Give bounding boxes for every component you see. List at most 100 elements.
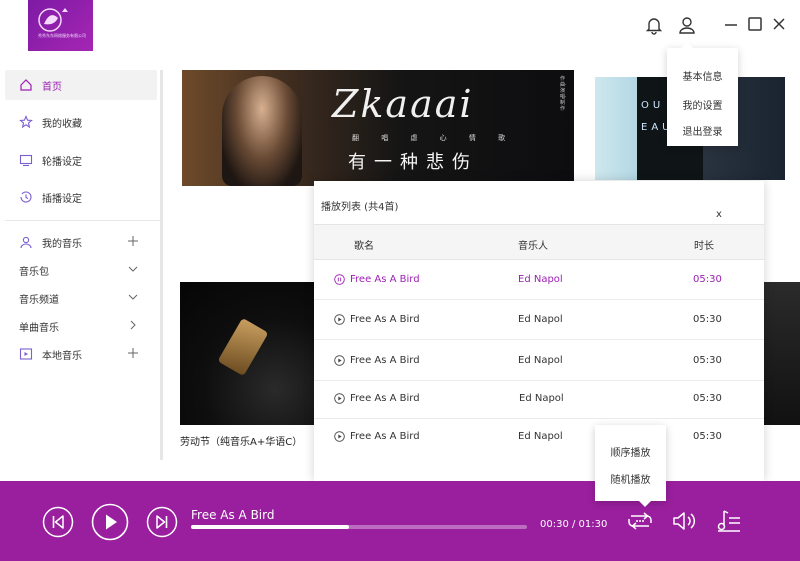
sidebar-item-my-music[interactable]: 我的音乐 — [5, 227, 157, 257]
playback-time: 00:30 / 01:30 — [540, 519, 608, 530]
next-track-icon[interactable] — [146, 506, 178, 538]
banner-title: Zkaaai — [332, 82, 474, 126]
banner-headline: 有一种悲伤 — [348, 152, 478, 173]
banner-vertical-text: 作曲·演唱·制作 — [560, 76, 567, 112]
previous-track-icon[interactable] — [42, 506, 74, 538]
playlist-row[interactable]: Free As A Bird Ed Napol 05:30 — [314, 260, 764, 300]
menu-item-basic-info[interactable]: 基本信息 — [667, 68, 738, 83]
menu-item-shuffle[interactable]: 随机播放 — [595, 471, 666, 486]
maximize-icon[interactable] — [745, 14, 765, 34]
column-header-song: 歌名 — [354, 241, 374, 252]
user-dropdown-menu: 基本信息 我的设置 退出登录 — [667, 42, 738, 146]
play-circle-icon[interactable] — [334, 314, 345, 325]
playlist-title: 播放列表 (共4首) — [321, 202, 399, 213]
now-playing-title: Free As A Bird — [191, 508, 275, 522]
sidebar-item-favorites[interactable]: 我的收藏 — [5, 107, 157, 137]
chevron-down-icon — [128, 266, 138, 272]
chevron-down-icon — [128, 294, 138, 300]
play-box-icon — [19, 348, 33, 360]
playlist-row[interactable]: Free As A Bird Ed Napol 05:30 — [314, 300, 764, 340]
album-card-vinyl[interactable] — [180, 282, 316, 425]
user-icon[interactable] — [676, 14, 698, 36]
close-window-icon[interactable] — [769, 14, 789, 34]
row-artist: Ed Napol — [518, 274, 563, 285]
sidebar-item-insert[interactable]: 插播设定 — [5, 182, 157, 212]
row-duration: 05:30 — [693, 355, 722, 366]
row-duration: 05:30 — [693, 431, 722, 442]
menu-item-logout[interactable]: 退出登录 — [667, 123, 738, 138]
player-bar: Free As A Bird 00:30 / 01:30 — [0, 481, 800, 561]
playlist-header: 歌名 音乐人 时长 — [314, 224, 764, 260]
row-duration: 05:30 — [693, 274, 722, 285]
sidebar-item-label: 本地音乐 — [42, 350, 82, 362]
chevron-right-icon — [130, 320, 136, 330]
sidebar-item-singles[interactable]: 单曲音乐 — [5, 311, 157, 341]
logo-caption: 秀秀东东网络服务有限公司 — [38, 33, 86, 38]
progress-fill — [191, 525, 349, 529]
album-card-dark[interactable] — [763, 282, 800, 425]
sidebar-item-carousel[interactable]: 轮播设定 — [5, 145, 157, 175]
column-header-artist: 音乐人 — [518, 241, 548, 252]
playlist-row[interactable]: Free As A Bird Ed Napol 05:30 — [314, 341, 764, 381]
sidebar-item-label: 音乐频道 — [19, 294, 59, 306]
row-artist: Ed Napol — [518, 314, 563, 325]
sidebar-item-music-channel[interactable]: 音乐频道 — [5, 283, 157, 313]
sidebar: 首页 我的收藏 轮播设定 插播设定 我的音乐 音乐包 音乐频道 单曲音乐 本地音… — [0, 62, 168, 462]
row-song: Free As A Bird — [350, 274, 420, 285]
play-circle-icon[interactable] — [334, 431, 345, 442]
row-artist: Ed Napol — [518, 431, 563, 442]
play-circle-icon[interactable] — [334, 393, 345, 404]
play-mode-menu: 顺序播放 随机播放 — [595, 425, 666, 507]
sidebar-item-label: 我的音乐 — [42, 238, 82, 250]
menu-item-my-settings[interactable]: 我的设置 — [667, 97, 738, 112]
sidebar-item-music-pack[interactable]: 音乐包 — [5, 255, 157, 285]
menu-item-sequential[interactable]: 顺序播放 — [595, 444, 666, 459]
plus-icon[interactable] — [127, 235, 139, 247]
row-song: Free As A Bird — [350, 393, 420, 404]
banner-person-image — [222, 76, 302, 186]
row-song: Free As A Bird — [350, 431, 420, 442]
sidebar-divider — [5, 220, 163, 221]
banner-subtitle: 翻 唱 虐 心 情 歌 — [352, 134, 516, 142]
row-artist: Ed Napol — [519, 393, 564, 404]
sidebar-item-label: 首页 — [42, 81, 62, 93]
home-icon — [20, 79, 32, 91]
logo-emblem-icon — [38, 8, 68, 32]
pause-circle-icon[interactable] — [334, 274, 345, 285]
row-duration: 05:30 — [693, 393, 722, 404]
star-icon — [19, 115, 33, 129]
sidebar-item-label: 我的收藏 — [42, 118, 82, 130]
minimize-icon[interactable] — [721, 14, 741, 34]
row-duration: 05:30 — [693, 314, 722, 325]
album-card-caption[interactable]: 劳动节（纯音乐A+华语C） — [180, 433, 302, 448]
playlist-row[interactable]: Free As A Bird Ed Napol 05:30 — [314, 379, 764, 419]
notification-bell-icon[interactable] — [643, 14, 665, 36]
row-song: Free As A Bird — [350, 314, 420, 325]
play-mode-loop-icon[interactable] — [625, 508, 655, 534]
dropdown-arrow — [639, 501, 651, 507]
plus-icon[interactable] — [127, 347, 139, 359]
playlist-icon[interactable] — [715, 508, 743, 534]
dropdown-arrow — [681, 42, 693, 48]
banner-main[interactable]: Zkaaai 翻 唱 虐 心 情 歌 有一种悲伤 作曲·演唱·制作 — [182, 70, 574, 186]
history-icon — [20, 191, 32, 203]
play-icon[interactable] — [91, 503, 129, 541]
sidebar-item-label: 音乐包 — [19, 266, 49, 278]
playlist-row[interactable]: Free As A Bird Ed Napol 05:30 — [314, 417, 764, 457]
volume-icon[interactable] — [671, 509, 697, 533]
vinyl-tonearm-image — [217, 317, 269, 377]
progress-bar[interactable] — [191, 525, 527, 529]
sidebar-item-home[interactable]: 首页 — [5, 70, 157, 100]
row-song: Free As A Bird — [350, 355, 420, 366]
playlist-close-button[interactable]: x — [716, 209, 722, 220]
sidebar-scrollbar[interactable] — [160, 70, 163, 460]
play-circle-icon[interactable] — [334, 355, 345, 366]
screen-icon — [19, 154, 33, 167]
sidebar-item-label: 轮播设定 — [42, 156, 82, 168]
sidebar-item-local-music[interactable]: 本地音乐 — [5, 339, 157, 369]
column-header-duration: 时长 — [694, 241, 714, 252]
sidebar-item-label: 插播设定 — [42, 193, 82, 205]
app-logo: 秀秀东东网络服务有限公司 — [28, 0, 93, 51]
sidebar-item-label: 单曲音乐 — [19, 322, 59, 334]
user-icon — [20, 236, 32, 249]
